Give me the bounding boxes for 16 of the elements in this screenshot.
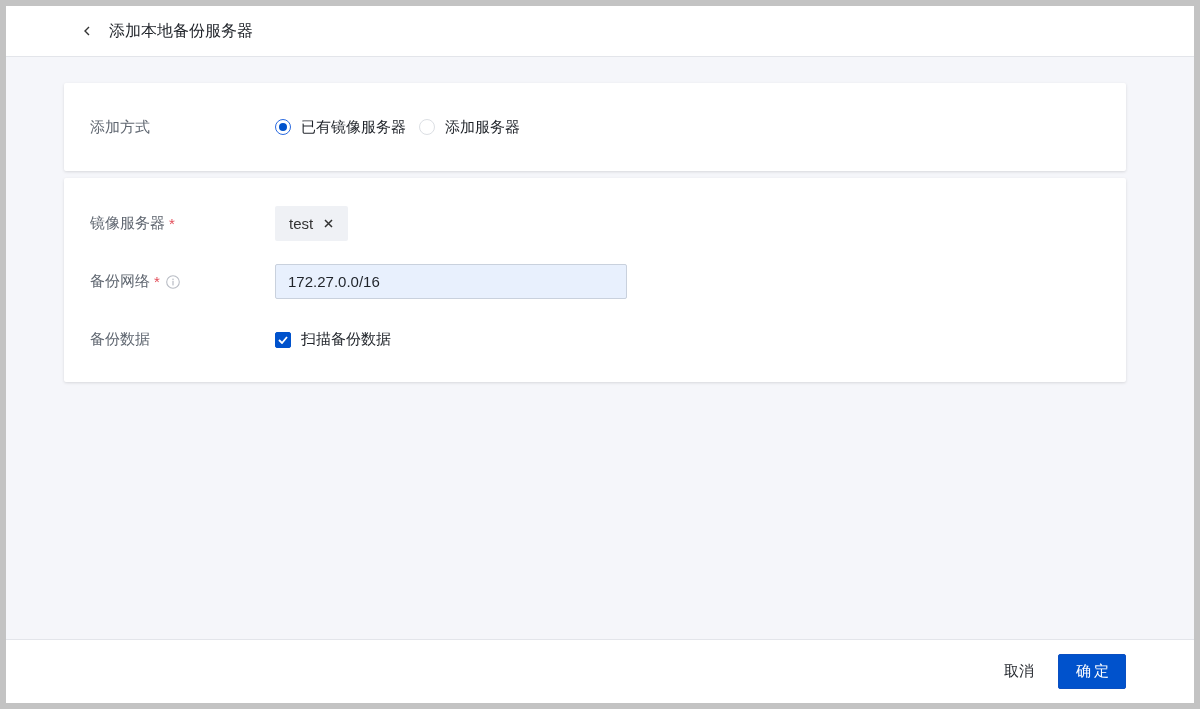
field-label: 备份数据 xyxy=(90,330,150,349)
page-title: 添加本地备份服务器 xyxy=(109,20,253,41)
input-field[interactable]: 172.27.0.0/16 xyxy=(275,264,627,299)
radio-option[interactable]: 已有镜像服务器 xyxy=(275,117,406,137)
chevron-left-icon xyxy=(84,26,90,36)
required-mark: * xyxy=(169,215,175,232)
confirm-button[interactable]: 确定 xyxy=(1058,654,1126,689)
field-label: 镜像服务器 xyxy=(90,214,165,233)
required-mark: * xyxy=(154,273,160,290)
tag-label: test xyxy=(289,215,314,232)
close-icon[interactable] xyxy=(324,219,334,228)
field-label: 添加方式 xyxy=(90,117,150,137)
radio-option[interactable]: 添加服务器 xyxy=(419,117,520,137)
field-label: 备份网络 xyxy=(90,272,150,291)
cancel-button[interactable]: 取消 xyxy=(1004,662,1034,681)
checkbox-option[interactable]: 扫描备份数据 xyxy=(275,330,391,349)
